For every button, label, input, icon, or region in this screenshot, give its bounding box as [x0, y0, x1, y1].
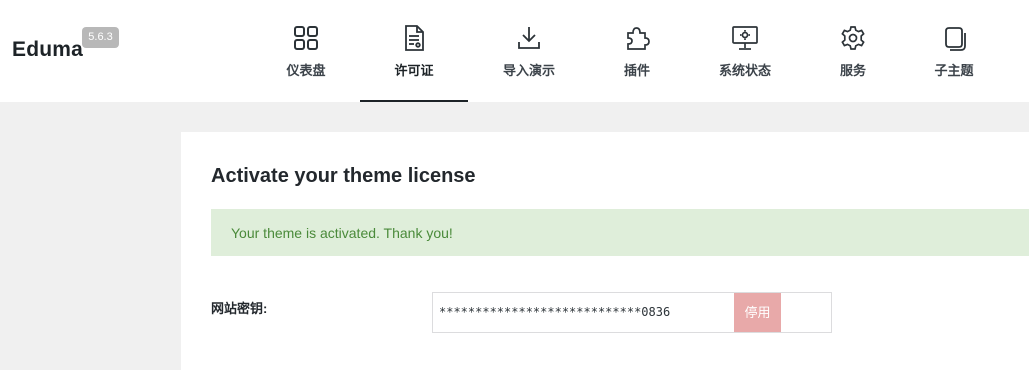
nav-tab-label: 许可证: [394, 63, 434, 78]
nav-tab-dashboard[interactable]: 仪表盘: [251, 0, 361, 102]
nav-tab-import-demo[interactable]: 导入演示: [474, 0, 584, 102]
copy-pages-icon: [940, 24, 968, 52]
puzzle-piece-icon: [623, 24, 651, 52]
nav-tab-label: 子主题: [934, 63, 974, 78]
deactivate-button[interactable]: 停用: [734, 293, 781, 332]
download-icon: [515, 24, 543, 52]
monitor-settings-icon: [731, 24, 759, 52]
site-key-field-group: 停用: [432, 292, 832, 333]
nav-tab-label: 插件: [623, 63, 650, 78]
gear-icon: [839, 24, 867, 52]
nav-tab-services[interactable]: 服务: [815, 0, 891, 102]
success-notice: Your theme is activated. Thank you!: [211, 209, 1029, 256]
top-navigation-bar: Eduma 5.6.3 仪表盘 许可证 导入演示 插件 系统状态 服务 子主题: [0, 0, 1029, 102]
license-panel: Activate your theme license Your theme i…: [181, 132, 1029, 370]
nav-tab-plugins[interactable]: 插件: [592, 0, 682, 102]
version-badge: 5.6.3: [82, 27, 119, 48]
license-document-icon: [400, 24, 428, 52]
site-key-label: 网站密钥:: [211, 301, 268, 316]
dashboard-grid-icon: [292, 24, 320, 52]
success-notice-text: Your theme is activated. Thank you!: [231, 225, 453, 241]
nav-tab-child-theme[interactable]: 子主题: [914, 0, 994, 102]
panel-title: Activate your theme license: [211, 165, 476, 187]
nav-tab-license[interactable]: 许可证: [360, 0, 468, 102]
nav-tab-system-status[interactable]: 系统状态: [700, 0, 790, 102]
nav-tab-label: 仪表盘: [286, 63, 326, 78]
nav-tab-label: 服务: [839, 63, 866, 78]
nav-tab-label: 系统状态: [718, 63, 771, 78]
site-key-input[interactable]: [433, 293, 733, 332]
nav-tab-label: 导入演示: [502, 63, 555, 78]
brand-name: Eduma: [12, 38, 84, 61]
